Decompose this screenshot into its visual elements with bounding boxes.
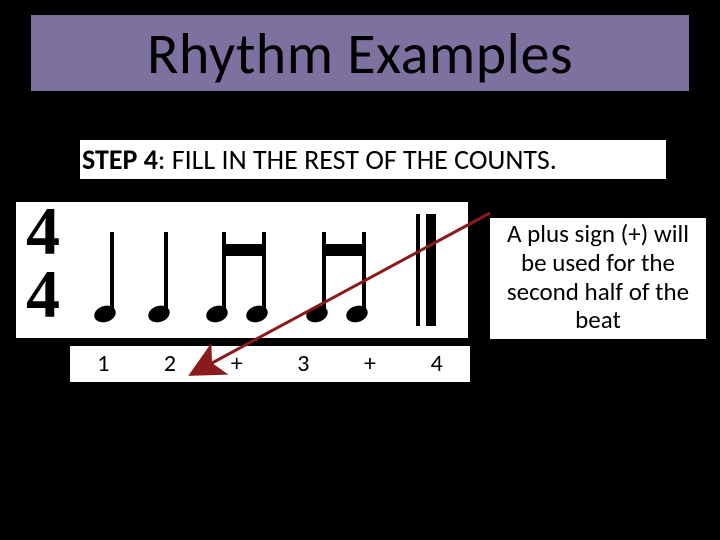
count-cell: 1 bbox=[70, 346, 137, 382]
title-box: Rhythm Examples bbox=[28, 12, 692, 94]
count-cell: 4 bbox=[403, 346, 470, 382]
music-measure: 4 4 bbox=[14, 200, 470, 340]
time-signature-top: 4 bbox=[26, 200, 60, 263]
time-signature: 4 4 bbox=[26, 200, 60, 325]
count-cell: + bbox=[203, 346, 270, 382]
slide: Rhythm Examples STEP 4: FILL IN THE REST… bbox=[0, 0, 720, 540]
step-instruction: STEP 4: FILL IN THE REST OF THE COUNTS. bbox=[80, 140, 666, 179]
slide-title: Rhythm Examples bbox=[147, 18, 573, 89]
explanation-text: A plus sign (+) will be used for the sec… bbox=[490, 218, 706, 339]
count-cell: + bbox=[337, 346, 404, 382]
count-cell: 3 bbox=[270, 346, 337, 382]
counts-row: 1 2 + 3 + 4 bbox=[70, 346, 470, 382]
count-cell: 2 bbox=[137, 346, 204, 382]
step-text: : FILL IN THE REST OF THE COUNTS. bbox=[158, 142, 557, 177]
notes-group bbox=[84, 202, 444, 338]
step-label: STEP 4 bbox=[82, 142, 158, 177]
time-signature-bottom: 4 bbox=[26, 263, 60, 326]
